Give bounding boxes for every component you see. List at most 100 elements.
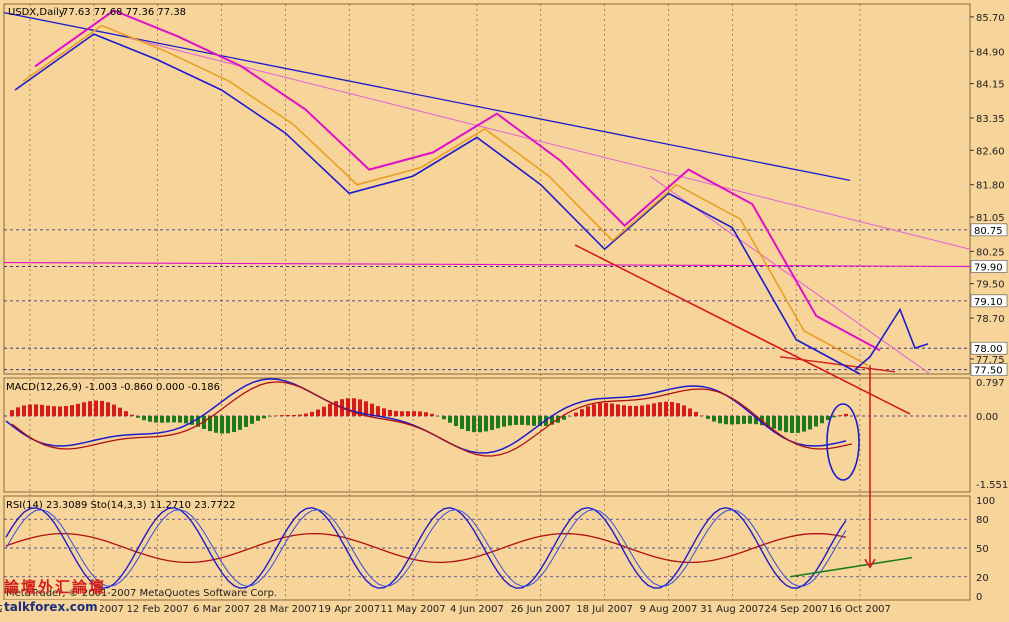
macd-bar (34, 404, 38, 416)
symbol-label: USDX,Daily (8, 7, 65, 18)
macd-bar (508, 416, 512, 425)
x-tick-label: 11 May 2007 (380, 604, 445, 615)
y-tick-label: 81.80 (976, 181, 1005, 192)
macd-bar (526, 416, 530, 425)
macd-bar (616, 404, 620, 416)
macd-bar (676, 403, 680, 416)
macd-bar (610, 404, 614, 416)
macd-bar (286, 415, 290, 416)
macd-bar (778, 416, 782, 431)
price-chart: 27 Dec 200619 Jan 200712 Feb 20076 Mar 2… (0, 0, 1009, 618)
macd-bar (496, 416, 500, 428)
macd-bar (424, 412, 428, 416)
macd-bar (28, 405, 32, 416)
x-tick-label: 18 Jul 2007 (576, 604, 633, 615)
macd-bar (706, 416, 710, 419)
macd-bar (454, 416, 458, 426)
macd-bar (238, 416, 242, 430)
y-tick-label: 84.90 (976, 47, 1005, 58)
macd-bar (244, 416, 248, 427)
rsi-tick-label: 50 (976, 544, 989, 555)
y-tick-label: 83.35 (976, 114, 1005, 125)
macd-bar (214, 416, 218, 433)
macd-bar (808, 416, 812, 429)
macd-bar (70, 405, 74, 416)
macd-tick-label: 0.00 (976, 412, 998, 423)
macd-bar (142, 416, 146, 420)
macd-bar (652, 403, 656, 416)
macd-bar (742, 416, 746, 424)
macd-bar (802, 416, 806, 432)
macd-bar (466, 416, 470, 431)
macd-bar (580, 409, 584, 416)
macd-bar (472, 416, 476, 432)
rsi-tick-label: 80 (976, 515, 989, 526)
macd-bar (658, 402, 662, 416)
macd-bar (298, 415, 302, 416)
macd-label: MACD(12,26,9) -1.003 -0.860 0.000 -0.186 (6, 382, 220, 393)
macd-bar (76, 404, 80, 416)
macd-bar (784, 416, 788, 432)
rsi-tick-label: 0 (976, 592, 982, 603)
macd-bar (460, 416, 464, 429)
macd-bar (400, 411, 404, 416)
macd-bar (322, 407, 326, 416)
macd-bar (514, 416, 518, 425)
macd-bar (736, 416, 740, 424)
x-tick-label: 24 Sep 2007 (764, 604, 827, 615)
watermark-site-cn: 論壇外汇論壇 (4, 576, 106, 597)
macd-bar (640, 405, 644, 416)
y-tick-label: 80.25 (976, 247, 1005, 258)
macd-bar (592, 404, 596, 416)
macd-bar (430, 414, 434, 416)
macd-bar (730, 416, 734, 424)
macd-bar (256, 416, 260, 421)
macd-bar (532, 416, 536, 426)
macd-bar (160, 416, 164, 423)
macd-bar (748, 416, 752, 424)
macd-bar (394, 411, 398, 416)
macd-bar (838, 415, 842, 416)
macd-bar (250, 416, 254, 424)
x-tick-label: 19 Apr 2007 (318, 604, 380, 615)
macd-tick-label: -1.551 (976, 480, 1008, 491)
macd-bar (376, 406, 380, 416)
macd-bar (148, 416, 152, 422)
macd-bar (22, 405, 26, 416)
x-tick-label: 26 Jun 2007 (511, 604, 571, 615)
macd-bar (670, 402, 674, 416)
macd-bar (112, 405, 116, 416)
x-tick-label: 6 Mar 2007 (193, 604, 250, 615)
level-label: 78.00 (974, 344, 1003, 355)
macd-bar (154, 416, 158, 423)
macd-bar (574, 413, 578, 416)
macd-bar (490, 416, 494, 430)
level-label: 79.10 (974, 297, 1003, 308)
macd-bar (724, 416, 728, 424)
macd-bar (442, 416, 446, 419)
macd-bar (262, 416, 266, 418)
macd-bar (820, 416, 824, 423)
macd-bar (220, 416, 224, 434)
macd-bar (406, 411, 410, 416)
macd-bar (382, 408, 386, 416)
x-tick-label: 16 Oct 2007 (829, 604, 891, 615)
macd-bar (622, 405, 626, 416)
macd-bar (844, 414, 848, 416)
macd-bar (790, 416, 794, 433)
x-tick-label: 12 Feb 2007 (127, 604, 189, 615)
macd-bar (226, 416, 230, 433)
macd-bar (328, 404, 332, 416)
macd-bar (334, 401, 338, 416)
macd-bar (478, 416, 482, 432)
y-tick-label: 79.50 (976, 280, 1005, 291)
macd-bar (520, 416, 524, 425)
macd-bar (58, 406, 62, 416)
macd-bar (292, 415, 296, 416)
macd-bar (178, 416, 182, 423)
level-label: 77.50 (974, 366, 1003, 377)
macd-bar (646, 405, 650, 416)
y-tick-label: 84.15 (976, 80, 1005, 91)
macd-bar (46, 406, 50, 416)
macd-bar (304, 414, 308, 416)
